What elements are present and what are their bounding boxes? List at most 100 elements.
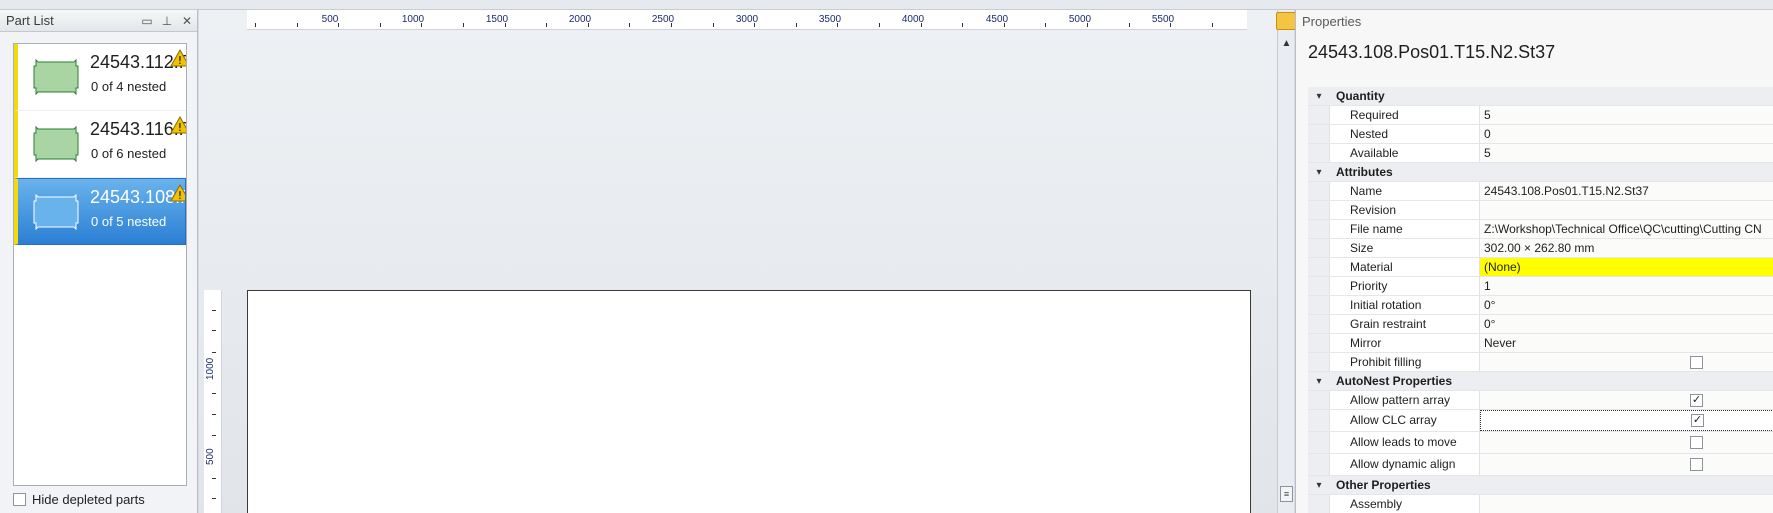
ruler-tick — [879, 23, 880, 27]
ruler-tick — [629, 23, 630, 27]
property-label: Size — [1330, 239, 1480, 257]
ruler-tick — [212, 330, 216, 331]
ruler-tick — [713, 23, 714, 27]
svg-text:!: ! — [178, 121, 182, 134]
property-value[interactable]: 1 — [1480, 277, 1773, 295]
ruler-label: 500 — [205, 448, 216, 465]
part-thumbnail-icon — [33, 58, 79, 96]
property-row[interactable]: Allow pattern array ✓ — [1308, 391, 1773, 410]
ruler-tick — [255, 23, 256, 27]
ruler-tick — [338, 23, 339, 27]
part-list[interactable]: 24543.112.P 0 of 4 nested ! 24543.116.P … — [13, 43, 187, 486]
row-gutter — [1308, 454, 1330, 475]
row-gutter — [1308, 315, 1330, 333]
ruler-tick — [212, 478, 216, 479]
property-label: Required — [1330, 106, 1480, 124]
property-row[interactable]: Allow CLC array ✓ — [1308, 410, 1773, 432]
category-other[interactable]: ▾ Other Properties — [1308, 476, 1773, 495]
ruler-tick — [1004, 23, 1005, 27]
property-row[interactable]: Initial rotation 0° — [1308, 296, 1773, 315]
property-row[interactable]: Allow dynamic align — [1308, 454, 1773, 476]
collapse-icon[interactable]: ▾ — [1308, 372, 1330, 390]
ruler-tick — [505, 23, 506, 27]
property-value[interactable] — [1480, 495, 1773, 513]
property-value[interactable]: Never — [1480, 334, 1773, 352]
allow-dynamic-align-checkbox[interactable] — [1690, 458, 1703, 471]
part-item[interactable]: 24543.116.P 0 of 6 nested ! — [14, 111, 186, 178]
ruler-label: 500 — [321, 14, 339, 25]
scroll-grip-icon[interactable]: ≡ — [1280, 486, 1293, 502]
properties-tab-icon[interactable] — [1276, 12, 1296, 30]
category-autonest[interactable]: ▾ AutoNest Properties — [1308, 372, 1773, 391]
ruler-tick — [1129, 23, 1130, 27]
row-gutter — [1308, 296, 1330, 314]
property-value[interactable]: 24543.108.Pos01.T15.N2.St37 — [1480, 182, 1773, 200]
sheet-area[interactable] — [247, 290, 1251, 513]
scroll-up-icon[interactable]: ▲ — [1278, 38, 1295, 49]
part-item-selected[interactable]: 24543.108.P 0 of 5 nested ! — [14, 178, 186, 245]
part-list-header: Part List ▭ ⊥ ✕ — [0, 10, 197, 32]
property-row[interactable]: Grain restraint 0° — [1308, 315, 1773, 334]
property-label: Initial rotation — [1330, 296, 1480, 314]
property-row[interactable]: Available 5 — [1308, 144, 1773, 163]
property-value[interactable]: 302.00 × 262.80 mm — [1480, 239, 1773, 257]
property-row[interactable]: Revision — [1308, 201, 1773, 220]
collapse-icon[interactable]: ▾ — [1308, 87, 1330, 105]
property-row[interactable]: Allow leads to move — [1308, 432, 1773, 454]
row-gutter — [1308, 144, 1330, 162]
hide-depleted-toggle[interactable]: Hide depleted parts — [13, 492, 145, 507]
property-row[interactable]: Required 5 — [1308, 106, 1773, 125]
allow-leads-to-move-checkbox[interactable] — [1690, 436, 1703, 449]
category-attributes[interactable]: ▾ Attributes — [1308, 163, 1773, 182]
property-value[interactable]: 0° — [1480, 315, 1773, 333]
property-value[interactable] — [1480, 454, 1773, 475]
property-row[interactable]: Mirror Never — [1308, 334, 1773, 353]
property-row[interactable]: File name Z:\Workshop\Technical Office\Q… — [1308, 220, 1773, 239]
property-row[interactable]: Name 24543.108.Pos01.T15.N2.St37 — [1308, 182, 1773, 201]
window-icon[interactable]: ▭ — [137, 14, 157, 28]
property-value[interactable]: 0° — [1480, 296, 1773, 314]
property-row[interactable]: Size 302.00 × 262.80 mm — [1308, 239, 1773, 258]
property-value[interactable] — [1480, 353, 1773, 371]
part-thumbnail-icon — [33, 125, 79, 163]
property-label: Assembly — [1330, 495, 1480, 513]
prohibit-filling-checkbox[interactable] — [1690, 355, 1703, 369]
pin-icon[interactable]: ⊥ — [157, 14, 177, 28]
close-icon[interactable]: ✕ — [177, 14, 197, 28]
property-value[interactable] — [1480, 201, 1773, 219]
row-gutter — [1308, 106, 1330, 124]
property-label: Allow pattern array — [1330, 391, 1480, 409]
property-row[interactable]: Priority 1 — [1308, 277, 1773, 296]
property-value[interactable]: 0 — [1480, 125, 1773, 143]
property-value[interactable]: Z:\Workshop\Technical Office\QC\cutting\… — [1480, 220, 1773, 238]
property-value[interactable] — [1480, 432, 1773, 453]
collapse-icon[interactable]: ▾ — [1308, 476, 1330, 494]
property-label: Grain restraint — [1330, 315, 1480, 333]
material-value[interactable]: (None) — [1480, 258, 1773, 276]
ruler-tick — [837, 23, 838, 27]
property-label: Priority — [1330, 277, 1480, 295]
property-row[interactable]: Assembly — [1308, 495, 1773, 513]
part-nested-status: 0 of 6 nested — [91, 146, 167, 161]
category-quantity[interactable]: ▾ Quantity — [1308, 87, 1773, 106]
ruler-label: 1000 — [205, 357, 216, 380]
row-gutter — [1308, 495, 1330, 513]
allow-pattern-array-checkbox[interactable]: ✓ — [1690, 393, 1703, 407]
allow-clc-array-checkbox[interactable]: ✓ — [1691, 414, 1704, 427]
ruler-tick — [1087, 23, 1088, 27]
property-row[interactable]: Prohibit filling — [1308, 353, 1773, 372]
property-value[interactable]: ✓ — [1480, 410, 1773, 431]
property-grid[interactable]: ▾ Quantity Required 5 Nested 0 Available… — [1308, 87, 1773, 513]
property-value[interactable]: 5 — [1480, 106, 1773, 124]
canvas-scrollbar[interactable]: ▲ ≡ — [1277, 10, 1294, 513]
part-item[interactable]: 24543.112.P 0 of 4 nested ! — [14, 44, 186, 111]
property-value[interactable]: ✓ — [1480, 391, 1773, 409]
hide-depleted-checkbox[interactable] — [13, 493, 26, 506]
ruler-tick — [212, 310, 216, 311]
row-gutter — [1308, 432, 1330, 453]
property-value[interactable]: 5 — [1480, 144, 1773, 162]
property-row[interactable]: Material (None) — [1308, 258, 1773, 277]
collapse-icon[interactable]: ▾ — [1308, 163, 1330, 181]
ruler-tick — [921, 23, 922, 27]
property-row[interactable]: Nested 0 — [1308, 125, 1773, 144]
